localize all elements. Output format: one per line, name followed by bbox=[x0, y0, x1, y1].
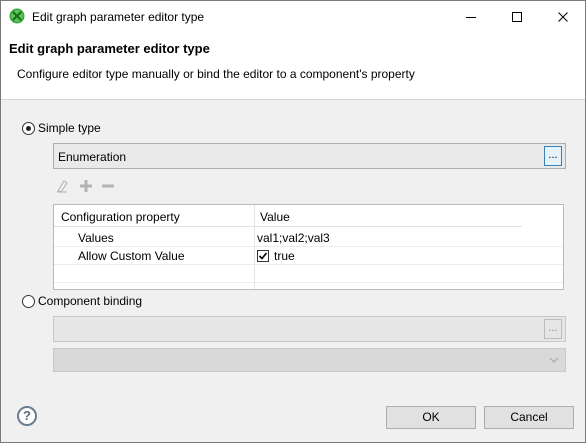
minimize-icon bbox=[466, 16, 476, 18]
table-column-divider bbox=[254, 205, 255, 289]
table-row-divider bbox=[54, 264, 563, 265]
simple-type-label: Simple type bbox=[38, 121, 101, 135]
chevron-down-icon bbox=[549, 357, 559, 363]
simple-type-browse-button[interactable]: ... bbox=[544, 146, 562, 166]
dialog-window: Edit graph parameter editor type Edit gr… bbox=[0, 0, 586, 443]
cancel-button[interactable]: Cancel bbox=[484, 406, 574, 429]
banner-title: Edit graph parameter editor type bbox=[9, 41, 210, 56]
component-binding-field[interactable]: ... bbox=[53, 316, 566, 342]
title-bar: Edit graph parameter editor type bbox=[1, 1, 585, 32]
column-header-property: Configuration property bbox=[61, 210, 180, 224]
simple-type-field[interactable]: Enumeration ... bbox=[53, 143, 566, 169]
component-binding-radio[interactable] bbox=[22, 294, 35, 308]
allow-custom-value-checkbox[interactable] bbox=[257, 250, 269, 262]
maximize-button[interactable] bbox=[497, 1, 537, 32]
add-icon[interactable] bbox=[79, 179, 93, 193]
banner-subtitle: Configure editor type manually or bind t… bbox=[17, 67, 415, 81]
allow-custom-value-text: true bbox=[274, 249, 295, 263]
checkmark-icon bbox=[258, 252, 268, 260]
simple-type-radio[interactable] bbox=[22, 121, 35, 135]
table-row-property: Values bbox=[78, 231, 114, 245]
simple-type-radio-row[interactable]: Simple type bbox=[22, 121, 101, 135]
close-icon bbox=[558, 11, 568, 22]
table-row-value[interactable]: val1;val2;val3 bbox=[257, 231, 330, 245]
component-binding-label: Component binding bbox=[38, 294, 143, 308]
window-title: Edit graph parameter editor type bbox=[32, 10, 205, 24]
component-binding-radio-row[interactable]: Component binding bbox=[22, 294, 142, 308]
header-banner: Edit graph parameter editor type Configu… bbox=[1, 32, 585, 100]
ok-button[interactable]: OK bbox=[386, 406, 476, 429]
eraser-icon[interactable] bbox=[55, 179, 69, 193]
component-binding-browse-button[interactable]: ... bbox=[544, 319, 562, 339]
table-row-divider bbox=[54, 246, 563, 247]
table-row-property: Allow Custom Value bbox=[78, 249, 185, 263]
table-header: Configuration property Value bbox=[54, 205, 522, 227]
app-logo-icon bbox=[9, 8, 25, 24]
column-header-value: Value bbox=[260, 210, 290, 224]
simple-type-value: Enumeration bbox=[58, 150, 127, 164]
close-button[interactable] bbox=[543, 1, 583, 32]
help-button[interactable]: ? bbox=[17, 406, 37, 426]
allow-custom-value-cell[interactable]: true bbox=[257, 249, 295, 263]
properties-table: Configuration property Value Values val1… bbox=[53, 204, 564, 290]
maximize-icon bbox=[512, 11, 522, 22]
remove-icon[interactable] bbox=[101, 179, 115, 193]
table-row-divider bbox=[54, 282, 563, 283]
minimize-button[interactable] bbox=[451, 1, 491, 32]
component-property-combo[interactable] bbox=[53, 348, 566, 372]
